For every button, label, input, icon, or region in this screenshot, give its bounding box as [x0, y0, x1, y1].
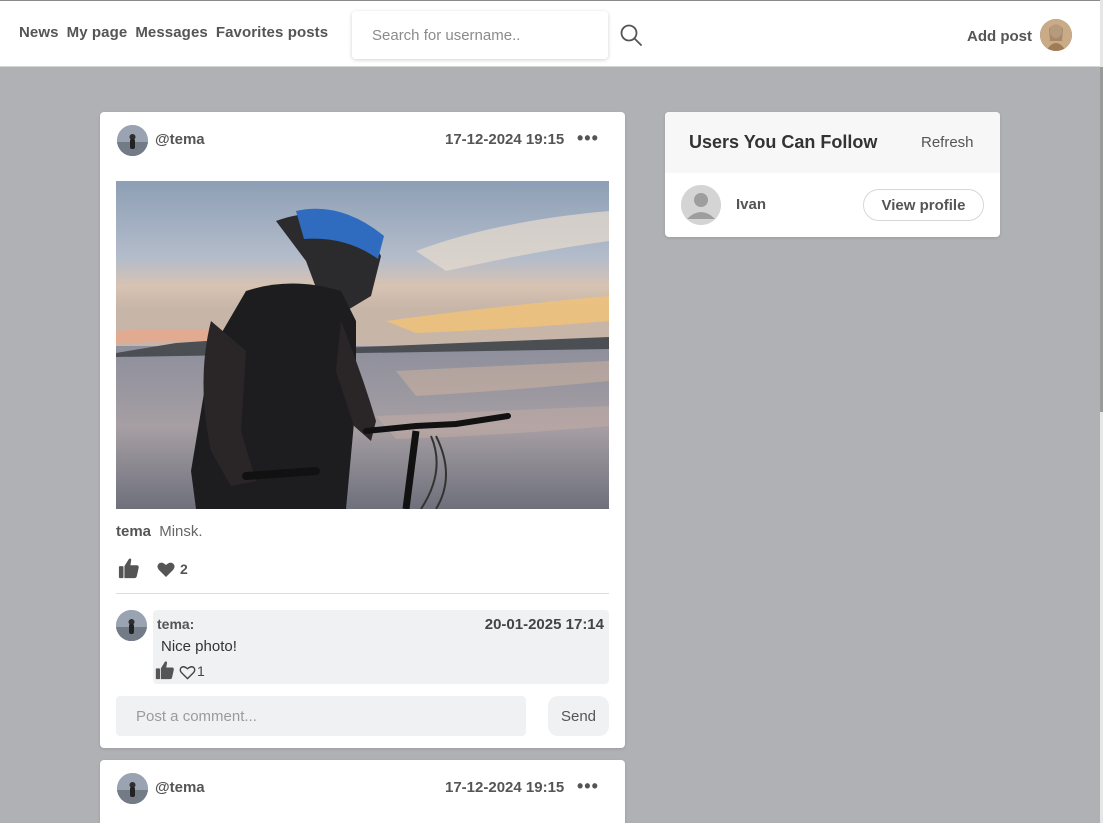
post-username[interactable]: @tema — [155, 779, 205, 796]
heart-icon[interactable] — [157, 561, 175, 578]
comment-text: Nice photo! — [161, 638, 237, 655]
send-comment-button[interactable]: Send — [548, 696, 609, 736]
post-caption: tema Minsk. — [116, 523, 203, 540]
thumbs-up-icon[interactable] — [155, 660, 175, 680]
comment-date: 20-01-2025 17:14 — [484, 616, 604, 633]
comment-author-avatar[interactable] — [116, 610, 147, 641]
post-author-avatar[interactable] — [117, 773, 148, 804]
divider — [116, 593, 609, 594]
follow-suggestions-panel: Users You Can Follow Refresh Ivan View p… — [665, 112, 1000, 237]
nav-my-page[interactable]: My page — [67, 24, 128, 41]
post-photo[interactable] — [116, 181, 609, 509]
post-author-avatar[interactable] — [117, 125, 148, 156]
heart-count: 2 — [180, 561, 188, 577]
main-nav: News My page Messages Favorites posts — [19, 24, 328, 41]
post-card: @tema 17-12-2024 19:15 ••• — [100, 112, 625, 748]
post-username[interactable]: @tema — [155, 131, 205, 148]
user-avatar[interactable] — [1040, 19, 1072, 51]
view-profile-button[interactable]: View profile — [863, 189, 984, 221]
nav-news[interactable]: News — [19, 24, 59, 41]
post-card: @tema 17-12-2024 19:15 ••• — [100, 760, 625, 823]
post-date: 17-12-2024 19:15 — [445, 779, 565, 796]
top-navbar: News My page Messages Favorites posts Ad… — [0, 0, 1100, 67]
search-box — [352, 11, 608, 59]
more-dots-icon[interactable]: ••• — [577, 128, 599, 149]
caption-text: Minsk. — [159, 523, 203, 540]
post-date: 17-12-2024 19:15 — [445, 131, 565, 148]
follow-panel-title: Users You Can Follow — [689, 132, 878, 152]
more-dots-icon[interactable]: ••• — [577, 776, 599, 797]
comment-input-box — [116, 696, 526, 736]
add-post-button[interactable]: Add post — [967, 28, 1032, 45]
nav-favorites-posts[interactable]: Favorites posts — [216, 24, 328, 41]
heart-outline-icon[interactable] — [179, 665, 196, 680]
caption-username[interactable]: tema — [116, 523, 151, 540]
suggested-user-name[interactable]: Ivan — [736, 196, 766, 213]
user-silhouette-icon[interactable] — [681, 185, 721, 225]
comment-heart-count: 1 — [197, 663, 205, 679]
thumbs-up-icon[interactable] — [118, 557, 140, 579]
follow-panel-header: Users You Can Follow Refresh — [665, 112, 1000, 173]
search-icon[interactable] — [619, 23, 643, 47]
nav-messages[interactable]: Messages — [135, 24, 208, 41]
comment-username[interactable]: tema: — [157, 616, 194, 632]
comment-input[interactable] — [116, 696, 526, 736]
refresh-button[interactable]: Refresh — [921, 134, 974, 151]
comment-item: tema: 20-01-2025 17:14 Nice photo! 1 — [153, 610, 609, 684]
search-input[interactable] — [352, 11, 608, 59]
